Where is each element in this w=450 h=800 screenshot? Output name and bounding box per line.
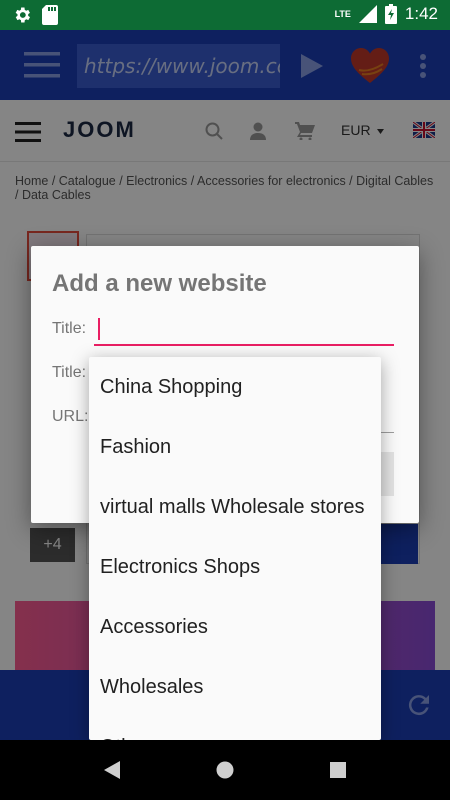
- suggestion-item[interactable]: Electronics Shops: [89, 537, 381, 597]
- suggestion-item[interactable]: Accessories: [89, 597, 381, 657]
- suggestion-item[interactable]: China Shopping: [89, 357, 381, 417]
- screen: LTE 1:42 https://www.joom.com JOOM EUR H…: [0, 0, 450, 800]
- dialog-title: Add a new website: [52, 270, 267, 297]
- url-input-underline[interactable]: [381, 432, 394, 433]
- sd-card-icon: [42, 5, 58, 25]
- category-label: Title:: [52, 364, 87, 381]
- title-input[interactable]: [94, 314, 394, 346]
- home-icon[interactable]: [216, 761, 234, 779]
- network-type: LTE: [334, 9, 351, 19]
- back-icon[interactable]: [104, 761, 120, 779]
- system-nav-bar: [0, 740, 450, 800]
- title-label: Title:: [52, 320, 87, 337]
- text-caret: [98, 318, 100, 340]
- url-label: URL:: [52, 408, 89, 425]
- signal-icon: [358, 5, 377, 23]
- settings-icon: [15, 7, 31, 23]
- suggestion-item[interactable]: Fashion: [89, 417, 381, 477]
- title-suggestions-dropdown: China Shopping Fashion virtual malls Who…: [89, 357, 381, 740]
- battery-icon: [384, 4, 397, 24]
- recents-icon[interactable]: [330, 762, 346, 778]
- suggestion-item[interactable]: Wholesales: [89, 657, 381, 717]
- suggestion-item[interactable]: Other: [89, 717, 381, 740]
- clock: 1:42: [404, 4, 438, 23]
- suggestion-item[interactable]: virtual malls Wholesale stores: [89, 477, 381, 537]
- status-bar: LTE 1:42: [0, 0, 450, 30]
